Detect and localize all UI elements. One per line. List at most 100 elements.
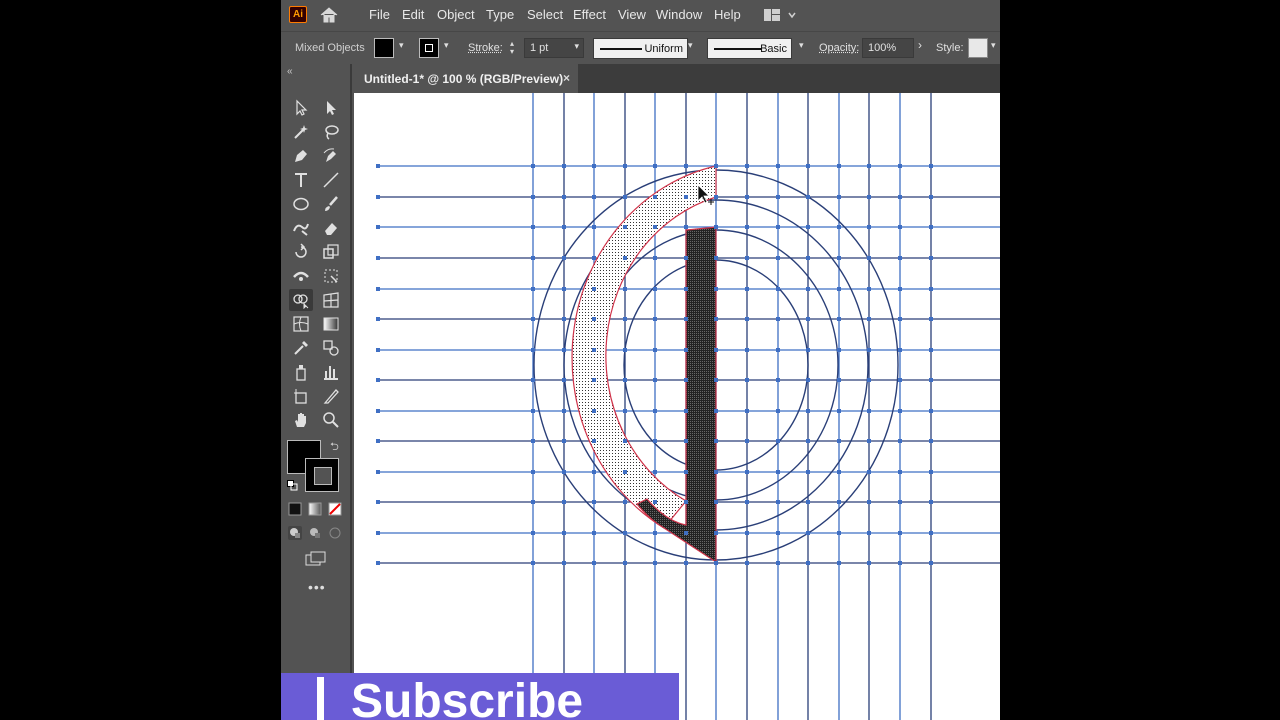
- none-mode-icon[interactable]: [327, 501, 343, 517]
- anchor-point: [531, 378, 535, 382]
- brush-dropdown[interactable]: Basic: [707, 38, 792, 59]
- shape-builder-tool-icon[interactable]: [289, 289, 313, 311]
- anchor-point: [714, 287, 718, 291]
- menu-object[interactable]: Object: [437, 7, 475, 22]
- fill-swatch[interactable]: [374, 38, 394, 58]
- anchor-point: [562, 348, 566, 352]
- slice-tool-icon[interactable]: [319, 385, 343, 407]
- artboard-tool-icon[interactable]: [289, 385, 313, 407]
- menu-file[interactable]: File: [369, 7, 390, 22]
- chevron-down-icon[interactable]: ▾: [688, 40, 696, 56]
- anchor-point: [745, 225, 749, 229]
- anchor-point: [623, 561, 627, 565]
- perspective-grid-tool-icon[interactable]: [319, 289, 343, 311]
- close-icon[interactable]: ×: [563, 71, 570, 85]
- hand-tool-icon[interactable]: [289, 409, 313, 431]
- menu-window[interactable]: Window: [656, 7, 702, 22]
- workspace-switcher[interactable]: [763, 8, 797, 22]
- stroke-weight-field[interactable]: 1 pt ▾: [524, 38, 584, 58]
- ellipse-tool-icon[interactable]: [289, 193, 313, 215]
- column-graph-tool-icon[interactable]: [319, 361, 343, 383]
- collapse-panel-icon[interactable]: «: [287, 66, 293, 77]
- edit-toolbar-icon[interactable]: •••: [308, 579, 326, 595]
- anchor-point: [867, 164, 871, 168]
- style-label: Style:: [936, 42, 964, 54]
- anchor-point: [653, 531, 657, 535]
- stroke-weight-stepper[interactable]: ▴ ▾: [510, 40, 520, 58]
- menu-type[interactable]: Type: [486, 7, 514, 22]
- chevron-down-icon[interactable]: ▾: [991, 40, 999, 56]
- paintbrush-tool-icon[interactable]: [319, 193, 343, 215]
- anchor-point: [592, 531, 596, 535]
- draw-inside-icon[interactable]: [327, 525, 343, 541]
- home-icon[interactable]: [318, 5, 340, 25]
- gradient-mode-icon[interactable]: [307, 501, 323, 517]
- menu-help[interactable]: Help: [714, 7, 741, 22]
- draw-behind-icon[interactable]: [307, 525, 323, 541]
- anchor-point: [929, 409, 933, 413]
- subscribe-banner[interactable]: Subscribe: [281, 673, 679, 720]
- chevron-down-icon[interactable]: ▾: [799, 40, 807, 56]
- stroke-swatch[interactable]: [419, 38, 439, 58]
- anchor-point: [653, 561, 657, 565]
- menu-select[interactable]: Select: [527, 7, 563, 22]
- anchor-point: [531, 195, 535, 199]
- selection-tool-icon[interactable]: [289, 97, 313, 119]
- stroke-label[interactable]: Stroke:: [468, 42, 503, 54]
- swap-fill-stroke-icon[interactable]: ⮌: [330, 438, 342, 453]
- free-transform-tool-icon[interactable]: [319, 265, 343, 287]
- chevron-right-icon[interactable]: ›: [918, 38, 926, 54]
- document-tab[interactable]: Untitled-1* @ 100 % (RGB/Preview) ×: [354, 64, 578, 93]
- eraser-tool-icon[interactable]: [319, 217, 343, 239]
- stroke-profile-dropdown[interactable]: Uniform: [593, 38, 688, 59]
- screen-mode-icon[interactable]: [305, 551, 327, 567]
- menu-effect[interactable]: Effect: [573, 7, 606, 22]
- direct-selection-tool-icon[interactable]: [319, 97, 343, 119]
- default-fill-stroke-icon[interactable]: [287, 478, 298, 491]
- mesh-tool-icon[interactable]: [289, 313, 313, 335]
- lasso-tool-icon[interactable]: [319, 121, 343, 143]
- anchor-point: [929, 164, 933, 168]
- graphic-style-swatch[interactable]: [968, 38, 988, 58]
- pen-tool-icon[interactable]: [289, 145, 313, 167]
- artwork[interactable]: [354, 93, 1000, 720]
- anchor-point: [898, 317, 902, 321]
- artboard-canvas[interactable]: [354, 93, 1000, 720]
- stroke-color-swatch[interactable]: [305, 458, 339, 492]
- draw-normal-icon[interactable]: [287, 525, 303, 541]
- anchor-point: [653, 287, 657, 291]
- anchor-point: [898, 287, 902, 291]
- gradient-tool-icon[interactable]: [319, 313, 343, 335]
- color-mode-icon[interactable]: [287, 501, 303, 517]
- rotate-tool-icon[interactable]: [289, 241, 313, 263]
- opacity-field[interactable]: 100%: [862, 38, 914, 58]
- type-tool-icon[interactable]: [289, 169, 313, 191]
- anchor-point: [376, 256, 380, 260]
- anchor-point: [531, 409, 535, 413]
- chevron-down-icon[interactable]: ▾: [444, 40, 452, 56]
- magic-wand-tool-icon[interactable]: [289, 121, 313, 143]
- anchor-point: [745, 561, 749, 565]
- menu-edit[interactable]: Edit: [402, 7, 424, 22]
- curvature-tool-icon[interactable]: [319, 145, 343, 167]
- menu-view[interactable]: View: [618, 7, 646, 22]
- anchor-point: [592, 378, 596, 382]
- chevron-down-icon[interactable]: ▾: [399, 40, 407, 56]
- anchor-point: [376, 317, 380, 321]
- anchor-point: [776, 378, 780, 382]
- anchor-point: [806, 439, 810, 443]
- anchor-point: [592, 256, 596, 260]
- eyedropper-tool-icon[interactable]: [289, 337, 313, 359]
- shaper-tool-icon[interactable]: [289, 217, 313, 239]
- scale-tool-icon[interactable]: [319, 241, 343, 263]
- anchor-point: [776, 348, 780, 352]
- anchor-point: [867, 409, 871, 413]
- line-segment-tool-icon[interactable]: [319, 169, 343, 191]
- opacity-label[interactable]: Opacity:: [819, 42, 859, 54]
- symbol-sprayer-tool-icon[interactable]: [289, 361, 313, 383]
- width-tool-icon[interactable]: [289, 265, 313, 287]
- anchor-point: [745, 256, 749, 260]
- anchor-point: [929, 561, 933, 565]
- zoom-tool-icon[interactable]: [319, 409, 343, 431]
- blend-tool-icon[interactable]: [319, 337, 343, 359]
